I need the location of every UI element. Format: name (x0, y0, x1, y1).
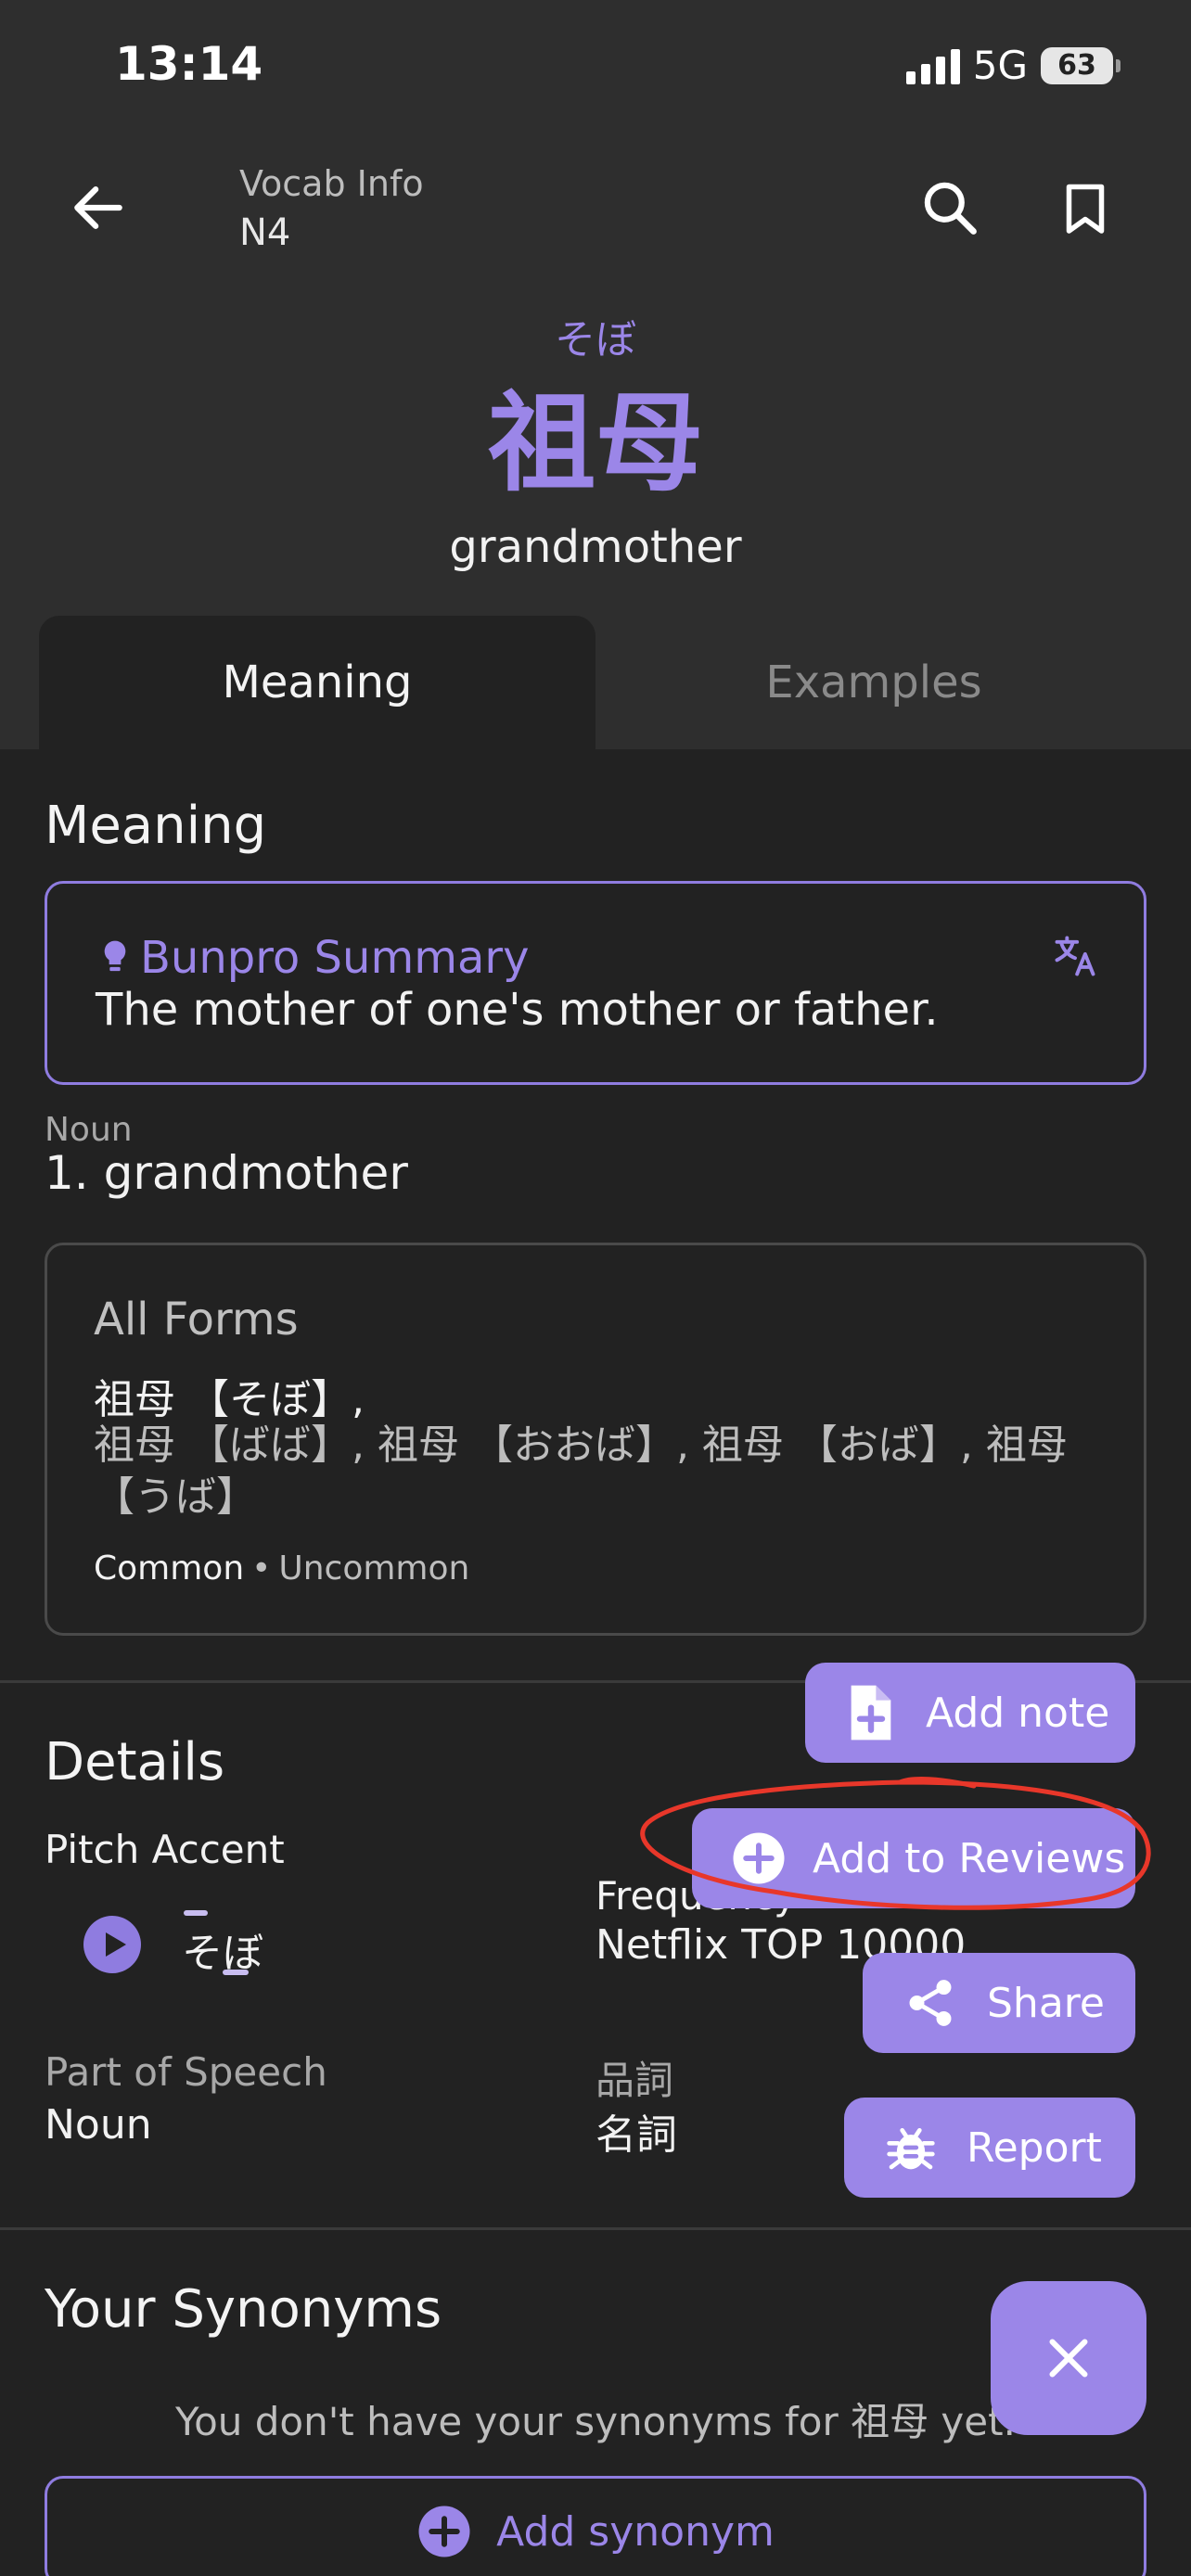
jlpt-level: N4 (239, 211, 291, 254)
hinshi-label: 品詞 (596, 2058, 674, 2103)
header-title: Vocab Info (239, 163, 424, 204)
word-kanji: 祖母 (488, 381, 703, 506)
plus-circle-icon (418, 2506, 470, 2557)
network-type: 5G (972, 43, 1028, 88)
legend-common: Common (94, 1549, 245, 1588)
summary-text: The mother of one's mother or father. (96, 984, 939, 1036)
lightbulb-icon (104, 940, 126, 972)
all-forms-card: All Forms 祖母 【そぼ】, 祖母 【ばば】, 祖母 【おおば】, 祖母… (45, 1243, 1146, 1636)
uncommon-forms: 祖母 【ばば】, 祖母 【おおば】, 祖母 【おば】, 祖母 【うば】 (94, 1422, 1068, 1521)
share-label: Share (987, 1979, 1105, 2027)
details-heading: Details (45, 1732, 225, 1792)
forms-legend: Common • Uncommon (94, 1549, 469, 1588)
back-arrow-icon[interactable] (67, 176, 130, 239)
add-note-label: Add note (926, 1689, 1110, 1737)
search-icon[interactable] (918, 176, 981, 239)
share-icon (909, 1980, 952, 2026)
status-indicators: 5G 63 (905, 43, 1121, 88)
note-add-icon (851, 1685, 891, 1741)
hinshi-value: 名詞 (596, 2111, 677, 2159)
add-note-button[interactable]: Add note (805, 1663, 1135, 1763)
legend-uncommon: Uncommon (278, 1549, 470, 1588)
meaning-heading: Meaning (45, 796, 267, 856)
synonyms-heading: Your Synonyms (45, 2279, 442, 2340)
pitch-accent-label: Pitch Accent (45, 1827, 285, 1872)
tab-meaning[interactable]: Meaning (39, 616, 596, 749)
tab-examples[interactable]: Examples (596, 616, 1152, 749)
close-menu-button[interactable] (991, 2281, 1146, 2435)
red-circle-annotation (640, 1777, 1151, 1910)
all-forms-title: All Forms (94, 1294, 299, 1345)
report-button[interactable]: Report (844, 2098, 1135, 2198)
add-synonym-button[interactable]: Add synonym (45, 2476, 1146, 2576)
pitch-low-marker (223, 1970, 249, 1975)
part-of-speech-detail-label: Part of Speech (45, 2049, 327, 2095)
common-forms: 祖母 【そぼ】, (94, 1376, 365, 1423)
bunpro-summary-card: Bunpro Summary The mother of one's mothe… (45, 881, 1146, 1085)
summary-title: Bunpro Summary (140, 932, 530, 984)
add-synonym-label: Add synonym (496, 2507, 775, 2556)
play-audio-button[interactable] (83, 1916, 141, 1973)
signal-icon (905, 47, 960, 84)
divider (0, 2227, 1191, 2230)
close-icon (1049, 2339, 1088, 2378)
definition: 1. grandmother (45, 1146, 408, 1200)
status-time: 13:14 (115, 37, 263, 91)
share-button[interactable]: Share (863, 1953, 1135, 2053)
translate-icon[interactable] (1051, 932, 1099, 980)
bookmark-icon[interactable] (1057, 176, 1113, 239)
legend-separator: • (251, 1549, 272, 1588)
report-label: Report (967, 2123, 1102, 2172)
bug-icon (887, 2128, 935, 2170)
battery-icon: 63 (1041, 46, 1121, 84)
part-of-speech-label: Noun (45, 1111, 133, 1149)
word-gloss: grandmother (449, 521, 742, 573)
word-header: 13:14 5G 63 Vocab Info N4 そぼ 祖母 grandmot… (0, 0, 1191, 749)
pitch-high-marker (184, 1910, 208, 1916)
part-of-speech-detail-value: Noun (45, 2101, 152, 2149)
